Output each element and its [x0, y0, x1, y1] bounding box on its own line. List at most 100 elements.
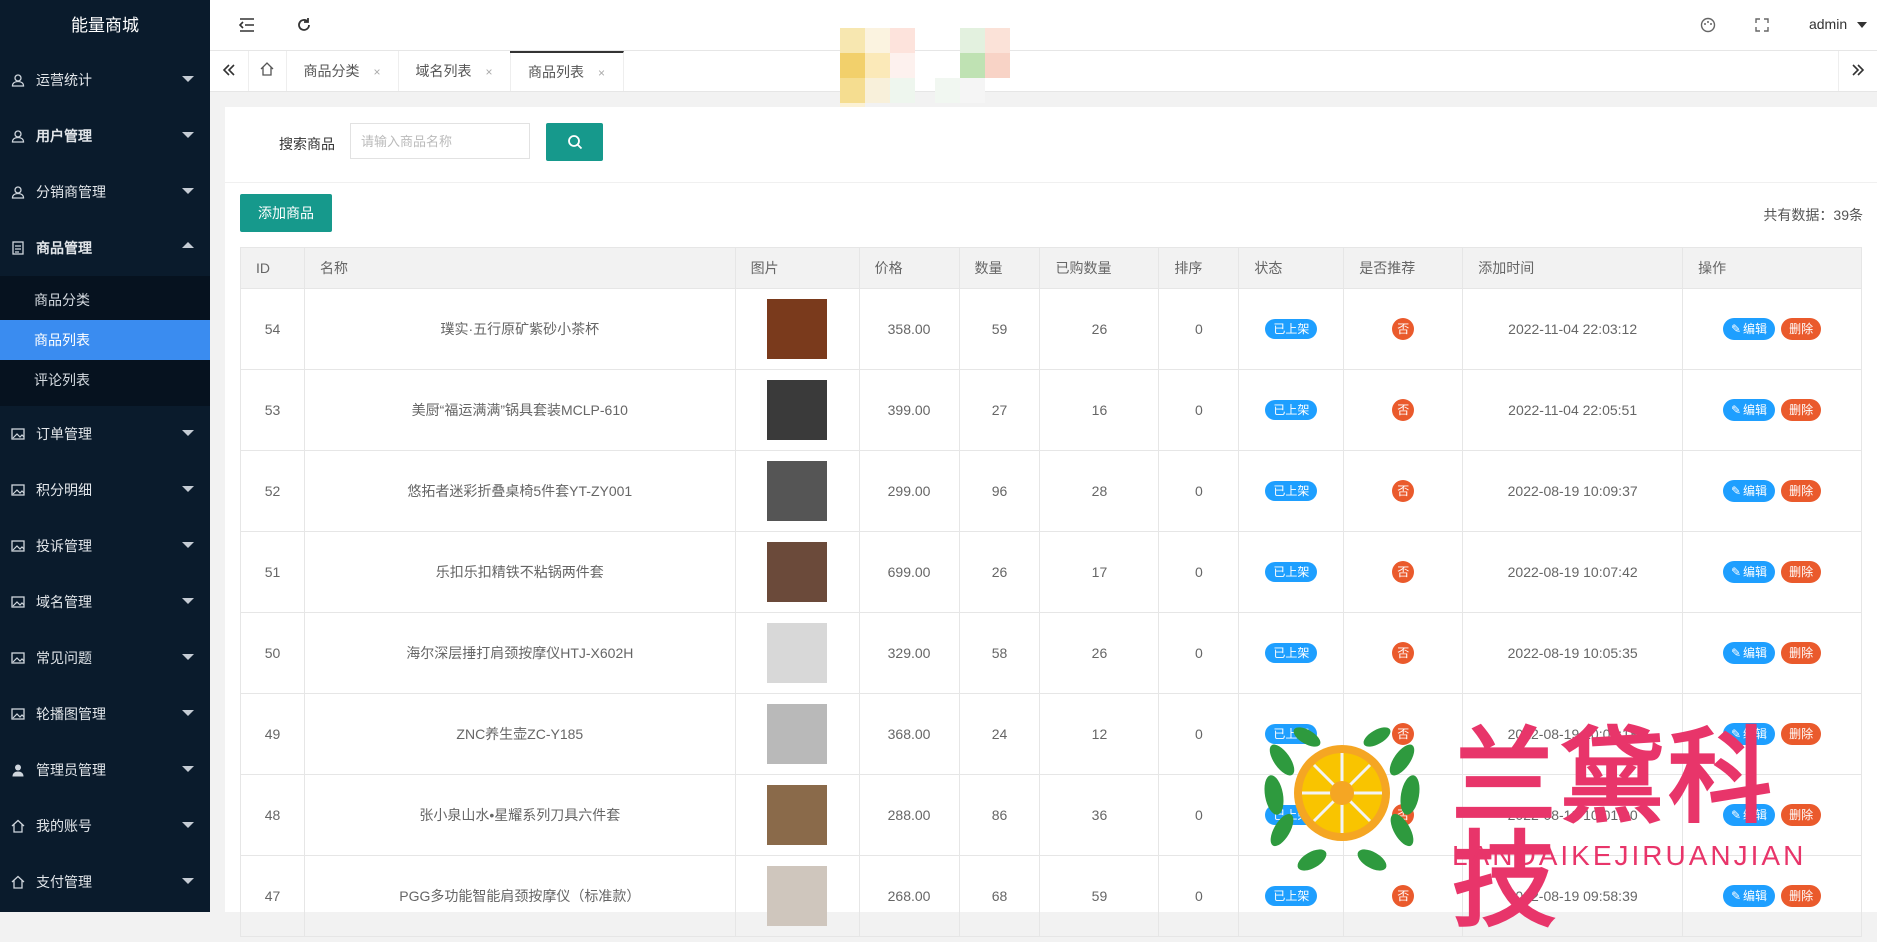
cell-quantity: 59 [958, 288, 1041, 370]
tab[interactable]: 商品列表 × [510, 51, 624, 91]
tab[interactable]: 域名列表 × [398, 51, 511, 91]
product-thumbnail[interactable] [767, 704, 828, 764]
sidebar-item[interactable]: 支付管理 [0, 854, 210, 910]
product-thumbnail[interactable] [767, 785, 828, 845]
sidebar-item[interactable]: 管理员管理 [0, 742, 210, 798]
sidebar-subitem[interactable]: 商品列表 [0, 320, 210, 360]
status-badge[interactable]: 已上架 [1265, 562, 1318, 582]
column-header: 添加时间 [1462, 247, 1684, 289]
product-thumbnail[interactable] [767, 542, 828, 602]
edit-button[interactable]: ✎ 编辑 [1722, 804, 1776, 826]
cell-actions: ✎ 编辑 删除 [1682, 369, 1862, 451]
delete-button[interactable]: 删除 [1781, 399, 1822, 421]
tabs-scroll-right-icon[interactable] [1838, 51, 1877, 91]
fullscreen-icon[interactable] [1750, 13, 1774, 37]
sidebar-item-label: 分销商管理 [36, 184, 106, 200]
cell-image [734, 693, 860, 775]
search-button[interactable] [546, 123, 603, 161]
sidebar-item[interactable]: 我的账号 [0, 798, 210, 854]
edit-button[interactable]: ✎ 编辑 [1722, 885, 1776, 907]
cell-sold: 59 [1039, 855, 1160, 937]
recommend-badge[interactable]: 否 [1392, 480, 1415, 502]
sidebar-item[interactable]: 投诉管理 [0, 518, 210, 574]
status-badge[interactable]: 已上架 [1265, 400, 1318, 420]
product-thumbnail[interactable] [767, 623, 828, 683]
user-menu[interactable]: admin [1809, 16, 1867, 32]
theme-icon[interactable] [1696, 13, 1720, 37]
edit-button[interactable]: ✎ 编辑 [1722, 561, 1776, 583]
sidebar-item[interactable]: 运营统计 [0, 52, 210, 108]
cell-status: 已上架 [1238, 855, 1345, 937]
delete-button[interactable]: 删除 [1781, 561, 1822, 583]
recommend-badge[interactable]: 否 [1392, 399, 1415, 421]
sidebar-item-label: 运营统计 [36, 72, 92, 88]
delete-button[interactable]: 删除 [1781, 480, 1822, 502]
sidebar-item[interactable]: 域名管理 [0, 574, 210, 630]
close-icon[interactable]: × [485, 65, 492, 79]
cell-sold: 36 [1039, 774, 1160, 856]
sidebar-item[interactable]: 用户管理 [0, 108, 210, 164]
search-input[interactable] [350, 123, 530, 159]
recommend-badge[interactable]: 否 [1392, 885, 1415, 907]
close-icon[interactable]: × [373, 65, 380, 79]
recommend-badge[interactable]: 否 [1392, 804, 1415, 826]
sidebar-item-label: 轮播图管理 [36, 706, 106, 722]
cell-recommend: 否 [1343, 774, 1464, 856]
product-thumbnail[interactable] [767, 866, 828, 926]
refresh-icon[interactable] [292, 13, 316, 37]
column-header: 排序 [1158, 247, 1240, 289]
close-icon[interactable]: × [598, 66, 605, 80]
cell-sold: 16 [1039, 369, 1160, 451]
cell-image [734, 855, 860, 937]
status-badge[interactable]: 已上架 [1265, 724, 1318, 744]
sidebar-item-label: 投诉管理 [36, 538, 92, 554]
home-tab-icon[interactable] [248, 51, 287, 91]
product-thumbnail[interactable] [767, 461, 828, 521]
sidebar-item[interactable]: 商品管理 [0, 220, 210, 276]
collapse-menu-icon[interactable] [235, 13, 259, 37]
sidebar-item-label: 支付管理 [36, 874, 92, 890]
edit-button[interactable]: ✎ 编辑 [1722, 480, 1776, 502]
recommend-badge[interactable]: 否 [1392, 642, 1415, 664]
product-thumbnail[interactable] [767, 380, 828, 440]
chevron-down-icon [182, 766, 194, 772]
status-badge[interactable]: 已上架 [1265, 805, 1318, 825]
add-product-button[interactable]: 添加商品 [240, 194, 332, 232]
status-badge[interactable]: 已上架 [1265, 643, 1318, 663]
cell-actions: ✎ 编辑 删除 [1682, 288, 1862, 370]
tab-bar: 商品分类 × 域名列表 × 商品列表 × [210, 51, 1877, 92]
pencil-icon: ✎ [1730, 322, 1742, 336]
sidebar-subitem[interactable]: 商品分类 [0, 280, 210, 320]
sidebar-item[interactable]: 轮播图管理 [0, 686, 210, 742]
tab[interactable]: 商品分类 × [286, 51, 399, 91]
sidebar-subitem[interactable]: 评论列表 [0, 360, 210, 400]
recommend-badge[interactable]: 否 [1392, 318, 1415, 340]
delete-button[interactable]: 删除 [1781, 804, 1822, 826]
status-badge[interactable]: 已上架 [1265, 481, 1318, 501]
recommend-badge[interactable]: 否 [1392, 723, 1415, 745]
product-thumbnail[interactable] [767, 299, 828, 359]
sidebar-item[interactable]: 积分明细 [0, 462, 210, 518]
delete-button[interactable]: 删除 [1781, 723, 1822, 745]
delete-button[interactable]: 删除 [1781, 885, 1822, 907]
edit-button[interactable]: ✎ 编辑 [1722, 642, 1776, 664]
cell-price: 368.00 [858, 693, 960, 775]
cell-sort: 0 [1158, 774, 1240, 856]
sidebar-item[interactable]: 常见问题 [0, 630, 210, 686]
cell-sort: 0 [1158, 612, 1240, 694]
sidebar-item[interactable]: 分销商管理 [0, 164, 210, 220]
tabs-scroll-left-icon[interactable] [210, 51, 249, 91]
recommend-badge[interactable]: 否 [1392, 561, 1415, 583]
edit-button[interactable]: ✎ 编辑 [1722, 399, 1776, 421]
edit-button[interactable]: ✎ 编辑 [1722, 318, 1776, 340]
sidebar-nav: 运营统计用户管理分销商管理商品管理 商品分类 商品列表 评论列表订单管理 积分明细投诉管… [0, 52, 210, 910]
delete-button[interactable]: 删除 [1781, 642, 1822, 664]
status-badge[interactable]: 已上架 [1265, 319, 1318, 339]
edit-button[interactable]: ✎ 编辑 [1722, 723, 1776, 745]
pencil-icon: ✎ [1730, 808, 1742, 822]
pencil-icon: ✎ [1730, 646, 1742, 660]
sidebar-item[interactable]: 订单管理 [0, 406, 210, 462]
status-badge[interactable]: 已上架 [1265, 886, 1318, 906]
cell-name: 乐扣乐扣精铁不粘锅两件套 [303, 531, 736, 613]
delete-button[interactable]: 删除 [1781, 318, 1822, 340]
